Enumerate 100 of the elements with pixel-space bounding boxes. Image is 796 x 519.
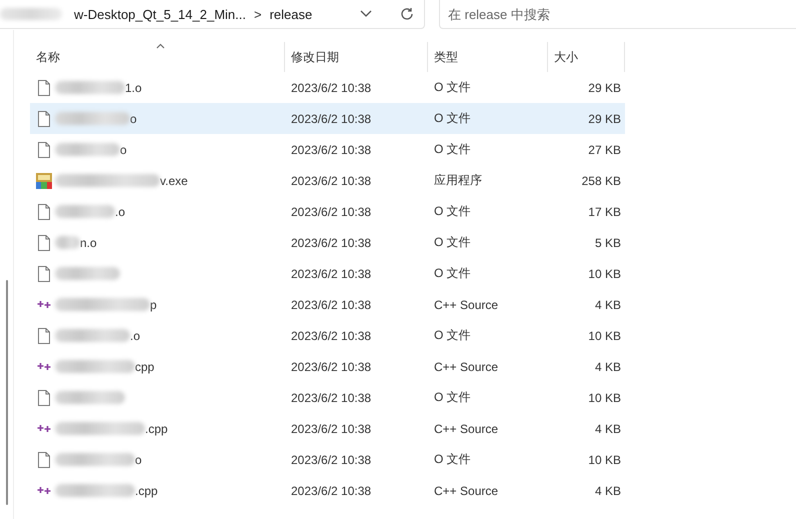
file-size: 10 KB (587, 452, 622, 466)
plus-plus-icon (37, 362, 51, 371)
file-name: .cpp (135, 484, 158, 498)
file-type: O 文件 (433, 79, 472, 96)
file-type: C++ Source (433, 298, 500, 312)
modified-date: 2023/6/2 10:38 (290, 80, 372, 94)
modified-date: 2023/6/2 10:38 (290, 484, 372, 498)
column-header[interactable]: 大小 (548, 42, 625, 72)
file-type: O 文件 (433, 141, 472, 158)
file-row[interactable]: o 2023/6/2 10:38 O 文件 27 KB (30, 134, 625, 165)
document-icon (38, 80, 50, 96)
document-icon (38, 204, 50, 220)
redacted-blur (55, 267, 120, 280)
modified-date: 2023/6/2 10:38 (290, 328, 372, 342)
file-size: 17 KB (587, 204, 622, 218)
file-size: 4 KB (594, 360, 622, 374)
modified-date: 2023/6/2 10:38 (290, 390, 372, 404)
file-size: 5 KB (594, 236, 622, 250)
document-icon (38, 142, 50, 158)
file-size: 4 KB (594, 422, 622, 436)
file-size: 29 KB (587, 80, 622, 94)
redacted-blur (55, 391, 125, 404)
modified-date: 2023/6/2 10:38 (290, 452, 372, 466)
document-icon (38, 328, 50, 344)
modified-date: 2023/6/2 10:38 (290, 266, 372, 280)
file-name: p (150, 298, 157, 312)
file-type: 应用程序 (433, 172, 483, 189)
file-row[interactable]: .o 2023/6/2 10:38 O 文件 10 KB (30, 320, 625, 351)
plus-plus-icon (37, 300, 51, 309)
file-row[interactable]: 2023/6/2 10:38 O 文件 10 KB (30, 258, 625, 289)
plus-plus-icon (37, 486, 51, 495)
plus-plus-icon (37, 424, 51, 433)
file-type: O 文件 (433, 203, 472, 220)
file-type: O 文件 (433, 327, 472, 344)
file-type: O 文件 (433, 451, 472, 468)
file-name: o (120, 142, 127, 156)
document-icon (38, 390, 50, 406)
file-name: .cpp (145, 422, 168, 436)
file-name: n.o (80, 236, 97, 250)
column-header[interactable]: 修改日期 (285, 42, 428, 72)
file-row[interactable]: o 2023/6/2 10:38 O 文件 10 KB (30, 444, 625, 475)
file-name: cpp (135, 360, 154, 374)
search-field[interactable]: 在 release 中搜索 (440, 0, 796, 28)
modified-date: 2023/6/2 10:38 (290, 142, 372, 156)
redacted-blur (55, 236, 80, 249)
file-type: C++ Source (433, 360, 500, 374)
file-size: 27 KB (587, 142, 622, 156)
path-separator: > (252, 6, 263, 22)
file-row[interactable]: v.exe 2023/6/2 10:38 应用程序 258 KB (30, 165, 625, 196)
chevron-down-icon[interactable] (360, 10, 372, 18)
file-row[interactable]: .cpp 2023/6/2 10:38 C++ Source 4 KB (30, 475, 625, 506)
modified-date: 2023/6/2 10:38 (290, 422, 372, 436)
file-size: 10 KB (587, 328, 622, 342)
file-size: 258 KB (580, 174, 622, 188)
path-segment[interactable]: release (266, 6, 316, 22)
file-row[interactable]: cpp 2023/6/2 10:38 C++ Source 4 KB (30, 351, 625, 382)
document-icon (38, 266, 50, 282)
file-row[interactable]: o 2023/6/2 10:38 O 文件 29 KB (30, 103, 625, 134)
modified-date: 2023/6/2 10:38 (290, 112, 372, 126)
file-name: v.exe (160, 174, 188, 188)
redacted-blur (0, 8, 62, 20)
file-row[interactable]: n.o 2023/6/2 10:38 O 文件 5 KB (30, 227, 625, 258)
redacted-blur (55, 205, 115, 218)
file-row[interactable]: 2023/6/2 10:38 O 文件 10 KB (30, 382, 625, 413)
file-size: 4 KB (594, 484, 622, 498)
file-size: 10 KB (587, 390, 622, 404)
file-name: .o (115, 204, 126, 218)
column-header[interactable]: 类型 (428, 42, 548, 72)
modified-date: 2023/6/2 10:38 (290, 236, 372, 250)
file-size: 10 KB (587, 266, 622, 280)
file-name: .o (130, 328, 140, 342)
modified-date: 2023/6/2 10:38 (290, 204, 372, 218)
file-type: O 文件 (433, 110, 472, 127)
column-header[interactable]: 名称 (30, 42, 285, 72)
file-type: O 文件 (433, 389, 472, 406)
sort-caret-icon (156, 43, 165, 49)
scrollbar-thumb[interactable] (6, 280, 8, 505)
file-row[interactable]: .cpp 2023/6/2 10:38 C++ Source 4 KB (30, 413, 625, 444)
file-type: O 文件 (433, 234, 472, 251)
document-icon (38, 234, 50, 250)
file-type: C++ Source (433, 422, 500, 436)
file-row[interactable]: p 2023/6/2 10:38 C++ Source 4 KB (30, 289, 625, 320)
file-row[interactable]: .o 2023/6/2 10:38 O 文件 17 KB (30, 196, 625, 227)
document-icon (38, 110, 50, 126)
modified-date: 2023/6/2 10:38 (290, 360, 372, 374)
path-segment[interactable]: w-Desktop_Qt_5_14_2_Min... (70, 6, 250, 22)
file-type: C++ Source (433, 484, 500, 498)
modified-date: 2023/6/2 10:38 (290, 298, 372, 312)
document-icon (38, 452, 50, 468)
modified-date: 2023/6/2 10:38 (290, 174, 372, 188)
redacted-blur (55, 81, 125, 94)
file-size: 29 KB (587, 112, 622, 126)
file-name: o (135, 452, 142, 466)
file-row[interactable]: 1.o 2023/6/2 10:38 O 文件 29 KB (30, 72, 625, 103)
file-type: O 文件 (433, 265, 472, 282)
address-bar[interactable]: w-Desktop_Qt_5_14_2_Min... > release (0, 0, 425, 29)
file-name: o (130, 112, 137, 126)
file-size: 4 KB (594, 298, 622, 312)
redacted-blur (55, 143, 120, 156)
refresh-icon[interactable] (400, 7, 414, 21)
